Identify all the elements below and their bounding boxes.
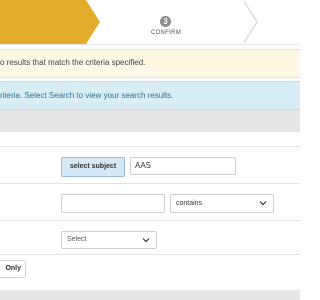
select-subject-button[interactable]: select subject <box>61 157 125 177</box>
operator-select[interactable]: contains <box>170 194 274 213</box>
chevron-down-icon <box>142 238 150 243</box>
only-button[interactable]: Only <box>0 260 26 278</box>
no-results-alert: o results that match the criteria specif… <box>0 49 300 78</box>
search-text-input[interactable] <box>61 194 165 213</box>
row-divider <box>0 183 300 184</box>
search-info-alert: riteria. Select Search to view your sear… <box>0 81 300 110</box>
subject-field[interactable]: AAS <box>130 157 236 175</box>
step-confirm-label: CONFIRM <box>150 30 182 36</box>
operator-select-value: contains <box>176 200 203 207</box>
chevron-down-icon <box>259 201 267 206</box>
filter-select-value: Select <box>67 236 87 243</box>
step-active-arrow <box>86 0 100 44</box>
row-divider <box>0 146 300 147</box>
no-results-text: o results that match the criteria specif… <box>0 58 146 67</box>
footer-section <box>0 290 300 300</box>
step-separator-inner <box>243 1 256 43</box>
filter-select[interactable]: Select <box>61 231 157 249</box>
section-header <box>0 110 300 132</box>
row-divider <box>0 254 300 255</box>
row-divider <box>0 220 300 221</box>
search-info-text: riteria. Select Search to view your sear… <box>0 91 174 100</box>
step-active <box>0 0 86 44</box>
step-confirm-number: 3 <box>160 16 171 27</box>
